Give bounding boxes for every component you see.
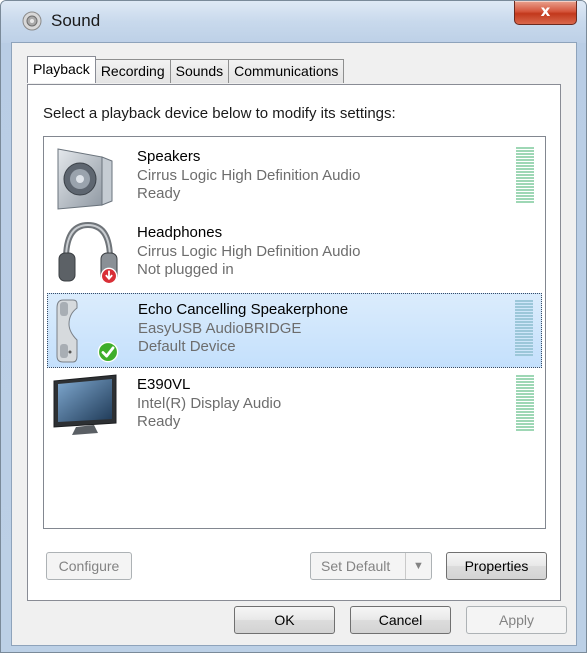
tab-sounds[interactable]: Sounds bbox=[169, 59, 230, 83]
device-name: E390VL bbox=[137, 376, 191, 393]
device-status: Default Device bbox=[138, 338, 236, 355]
title-bar[interactable]: Sound x bbox=[1, 1, 586, 43]
close-button[interactable]: x bbox=[514, 1, 577, 25]
sound-speaker-icon bbox=[22, 11, 42, 31]
device-driver: Intel(R) Display Audio bbox=[137, 395, 282, 412]
device-row-headphones[interactable]: Headphones Cirrus Logic High Definition … bbox=[47, 217, 542, 292]
tab-playback[interactable]: Playback bbox=[27, 56, 96, 83]
ok-button[interactable]: OK bbox=[234, 606, 335, 634]
cancel-button[interactable]: Cancel bbox=[350, 606, 451, 634]
device-driver: Cirrus Logic High Definition Audio bbox=[137, 167, 361, 184]
device-row-e390vl[interactable]: E390VL Intel(R) Display Audio Ready bbox=[47, 369, 542, 444]
dialog-body: Playback Recording Sounds Communications… bbox=[11, 42, 577, 646]
device-driver: EasyUSB AudioBRIDGE bbox=[138, 320, 302, 337]
monitor-icon bbox=[53, 374, 117, 435]
window-title: Sound bbox=[51, 11, 101, 30]
set-default-label: Set Default bbox=[321, 558, 391, 574]
tab-recording[interactable]: Recording bbox=[94, 59, 171, 83]
playback-tab-panel: Select a playback device below to modify… bbox=[27, 84, 561, 601]
tab-communications[interactable]: Communications bbox=[228, 59, 345, 83]
set-default-button[interactable]: Set Default ▼ bbox=[310, 552, 432, 580]
apply-button[interactable]: Apply bbox=[466, 606, 567, 634]
chevron-down-icon[interactable]: ▼ bbox=[405, 553, 431, 579]
device-name: Echo Cancelling Speakerphone bbox=[138, 301, 349, 318]
device-name: Headphones bbox=[137, 224, 223, 241]
configure-button[interactable]: Configure bbox=[46, 552, 132, 580]
properties-button[interactable]: Properties bbox=[446, 552, 547, 580]
level-meter bbox=[516, 375, 534, 431]
device-name: Speakers bbox=[137, 148, 201, 165]
device-status: Ready bbox=[137, 413, 181, 430]
level-meter bbox=[515, 300, 533, 356]
unplugged-badge-icon bbox=[100, 267, 118, 285]
device-row-echo-cancelling-speakerphone[interactable]: Echo Cancelling Speakerphone EasyUSB Aud… bbox=[47, 293, 542, 368]
device-status: Ready bbox=[137, 185, 181, 202]
sound-dialog: Sound x Playback Recording Sounds Commun… bbox=[0, 0, 587, 653]
default-check-badge-icon bbox=[97, 341, 119, 363]
device-driver: Cirrus Logic High Definition Audio bbox=[137, 243, 361, 260]
instruction-text: Select a playback device below to modify… bbox=[43, 105, 396, 122]
device-status: Not plugged in bbox=[137, 261, 234, 278]
device-row-speakers[interactable]: Speakers Cirrus Logic High Definition Au… bbox=[47, 141, 542, 216]
level-meter bbox=[516, 147, 534, 203]
device-list[interactable]: Speakers Cirrus Logic High Definition Au… bbox=[43, 136, 546, 529]
speaker-icon bbox=[57, 148, 113, 210]
tab-strip: Playback Recording Sounds Communications bbox=[27, 56, 345, 83]
